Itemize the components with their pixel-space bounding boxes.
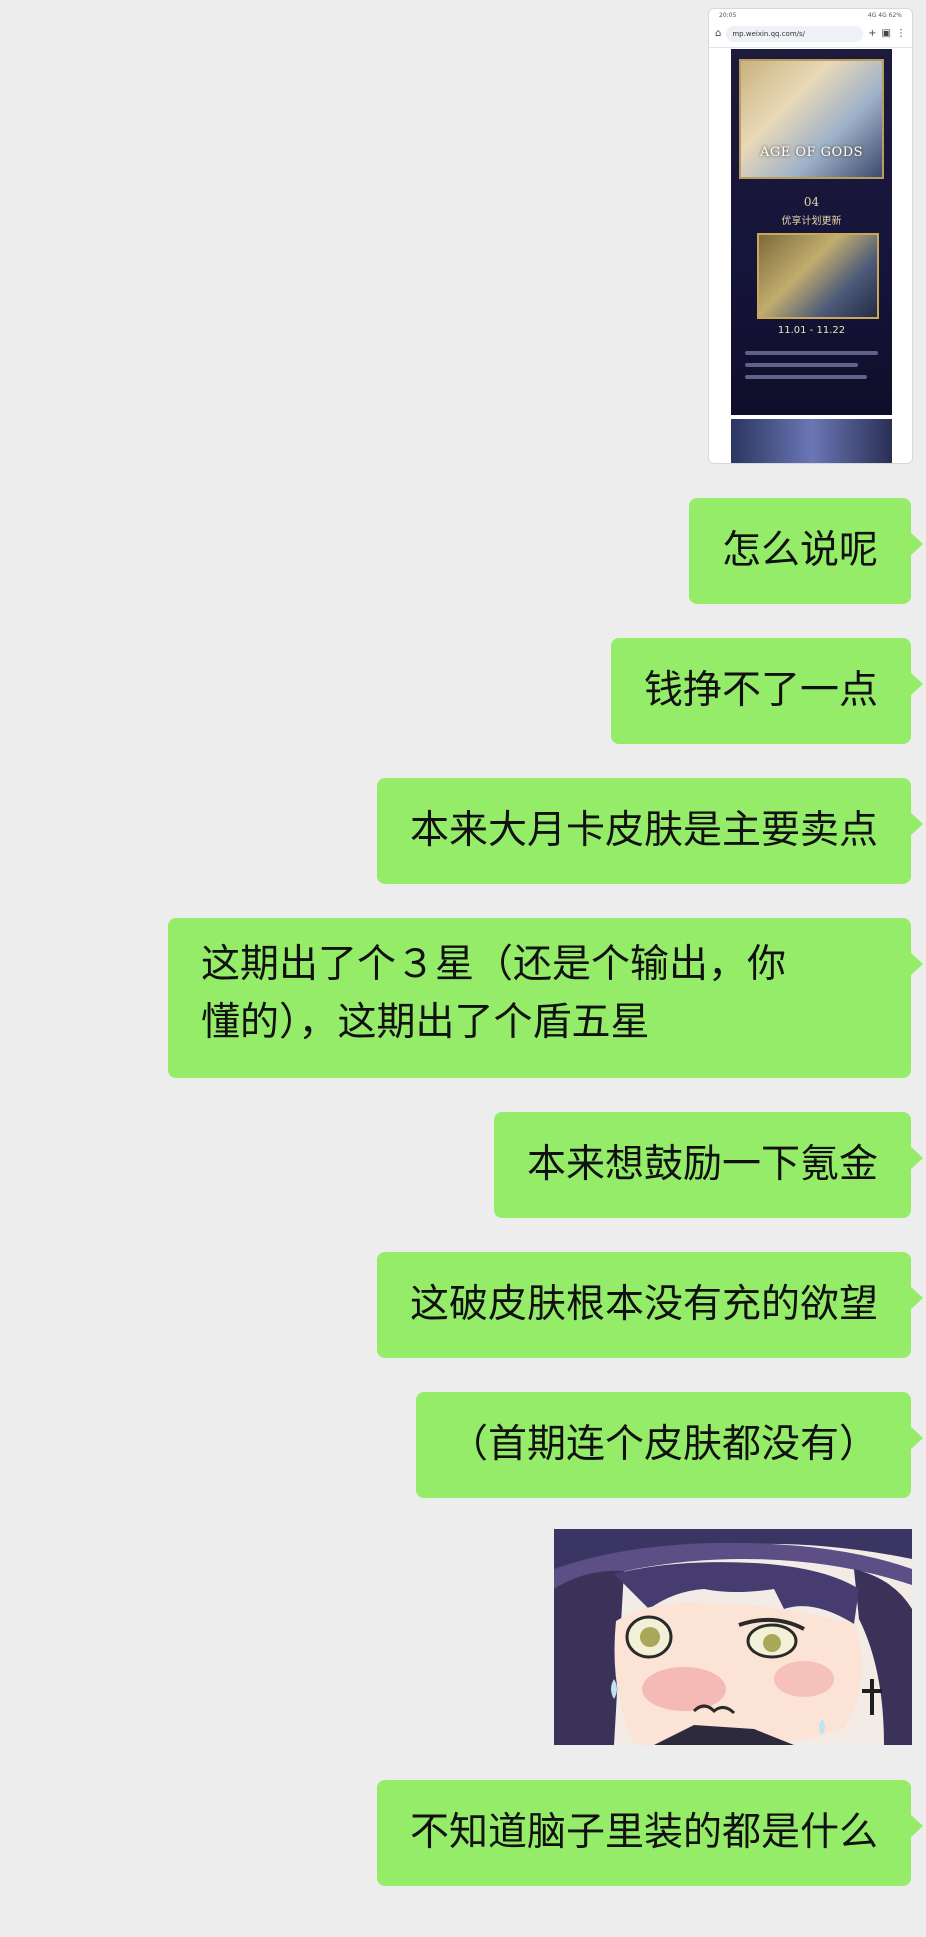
message-text: 钱挣不了一点 (643, 668, 878, 713)
message-text-line: 这期出了个３星（还是个输出，你 (201, 942, 787, 987)
screenshot-image-message[interactable]: 20:05 4G 4G 62% ⌂ mp.weixin.qq.com/s/ + … (708, 8, 913, 464)
message-bubble[interactable]: （首期连个皮肤都没有） (415, 1392, 924, 1498)
message-text: 不知道脑子里装的都是什么 (409, 1810, 878, 1855)
chat-view: 20:05 4G 4G 62% ⌂ mp.weixin.qq.com/s/ + … (0, 0, 926, 1937)
message-text: 本来想鼓励一下氪金 (526, 1142, 878, 1187)
sticker-image[interactable] (554, 1529, 912, 1745)
message-text: （首期连个皮肤都没有） (448, 1422, 878, 1467)
section-number: 04 (803, 195, 820, 209)
reward-card-image (757, 233, 879, 319)
screenshot-url: mp.weixin.qq.com/s/ (726, 26, 864, 42)
screenshot-article: AGE OF GODS 04 优享计划更新 11.01 - 11.22 (731, 49, 892, 415)
plus-icon: + (868, 28, 877, 39)
message-bubble[interactable]: 钱挣不了一点 (610, 638, 924, 744)
message-bubble[interactable]: 本来想鼓励一下氪金 (493, 1112, 924, 1218)
screenshot-browser-bar: ⌂ mp.weixin.qq.com/s/ + ▣ ⋮ (709, 21, 912, 48)
message-bubble[interactable]: 不知道脑子里装的都是什么 (376, 1780, 924, 1886)
message-text: 怎么说呢 (721, 528, 878, 573)
screenshot-status-indicators: 4G 4G 62% (867, 11, 902, 19)
section-title: 优享计划更新 (781, 216, 842, 227)
tabs-icon: ▣ (881, 28, 891, 39)
message-bubble[interactable]: 本来大月卡皮肤是主要卖点 (376, 778, 924, 884)
more-icon: ⋮ (896, 28, 906, 39)
game-banner-image: AGE OF GODS (739, 59, 884, 179)
message-bubble[interactable]: 这破皮肤根本没有充的欲望 (376, 1252, 924, 1358)
article-bottom-image (731, 419, 892, 463)
home-icon: ⌂ (715, 28, 722, 39)
message-bubble[interactable]: 怎么说呢 (688, 498, 924, 604)
message-text: 这破皮肤根本没有充的欲望 (409, 1282, 878, 1327)
article-text-lines (745, 343, 878, 387)
screenshot-status-time: 20:05 (719, 11, 737, 19)
banner-title: AGE OF GODS (759, 145, 864, 160)
anime-girl-sticker (554, 1529, 912, 1745)
message-text: 本来大月卡皮肤是主要卖点 (409, 808, 878, 853)
message-text-line: 懂的），这期出了个盾五星 (201, 1000, 650, 1045)
screenshot-status-bar: 20:05 4G 4G 62% (709, 9, 912, 21)
date-range: 11.01 - 11.22 (777, 325, 846, 336)
message-bubble[interactable]: 这期出了个３星（还是个输出，你 懂的），这期出了个盾五星 (168, 918, 923, 1078)
